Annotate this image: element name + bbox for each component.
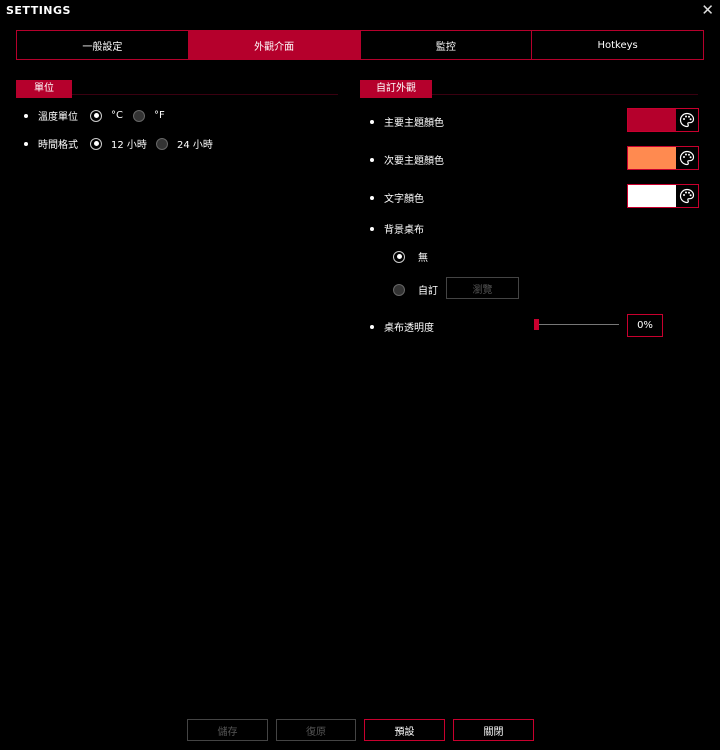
time-format-row: 時間格式 12 小時 24 小時	[24, 136, 213, 151]
bullet-icon	[24, 113, 28, 118]
window-title: SETTINGS	[6, 4, 71, 17]
primary-color-picker[interactable]	[627, 108, 699, 132]
text-color-picker[interactable]	[627, 184, 699, 208]
bullet-icon	[370, 119, 374, 124]
tab-general[interactable]: 一般設定	[16, 30, 189, 60]
secondary-color-row: 次要主題顏色	[370, 152, 444, 167]
celsius-label: °C	[111, 110, 123, 121]
restore-button[interactable]: 復原	[276, 719, 356, 741]
settings-window: SETTINGS ✕ 一般設定 外觀介面 監控 Hotkeys 單位 溫度單位 …	[0, 0, 720, 750]
palette-icon[interactable]	[676, 185, 698, 207]
bullet-icon	[370, 324, 374, 329]
appearance-section-title: 自訂外觀	[360, 80, 432, 98]
palette-icon[interactable]	[676, 147, 698, 169]
bullet-icon	[370, 195, 374, 200]
tab-appearance[interactable]: 外觀介面	[187, 30, 361, 60]
wallpaper-none-label: 無	[418, 253, 428, 264]
tab-monitor[interactable]: 監控	[359, 30, 533, 60]
opacity-value[interactable]: 0%	[627, 314, 663, 337]
save-button[interactable]: 儲存	[187, 719, 268, 741]
primary-color-label: 主要主題顏色	[384, 118, 444, 129]
wallpaper-label: 背景桌布	[384, 225, 424, 236]
bullet-icon	[24, 141, 28, 146]
secondary-color-fill	[628, 147, 676, 169]
temperature-unit-row: 溫度單位 °C °F	[24, 108, 165, 123]
opacity-label: 桌布透明度	[384, 323, 434, 334]
wallpaper-none-radio[interactable]	[393, 250, 405, 263]
default-button[interactable]: 預設	[364, 719, 445, 741]
tab-hotkeys[interactable]: Hotkeys	[531, 30, 704, 60]
opacity-row: 桌布透明度	[370, 319, 434, 334]
time-12h-radio[interactable]	[90, 137, 102, 150]
fahrenheit-radio[interactable]	[133, 109, 145, 122]
secondary-color-picker[interactable]	[627, 146, 699, 170]
time-24h-radio[interactable]	[156, 137, 168, 150]
tab-bar: 一般設定 外觀介面 監控 Hotkeys	[16, 30, 704, 60]
celsius-radio[interactable]	[90, 109, 102, 122]
time-format-label: 時間格式	[38, 140, 78, 151]
wallpaper-row: 背景桌布	[370, 221, 424, 236]
temperature-unit-label: 溫度單位	[38, 112, 78, 123]
opacity-slider-thumb[interactable]	[534, 319, 539, 330]
bullet-icon	[370, 226, 374, 231]
opacity-slider-track[interactable]	[536, 324, 619, 325]
time-24h-label: 24 小時	[177, 140, 213, 151]
units-section-title: 單位	[16, 80, 72, 98]
close-button[interactable]: 關閉	[453, 719, 534, 741]
text-color-label: 文字顏色	[384, 194, 424, 205]
fahrenheit-label: °F	[154, 110, 165, 121]
palette-icon[interactable]	[676, 109, 698, 131]
wallpaper-none-row: 無	[393, 249, 428, 264]
time-12h-label: 12 小時	[111, 140, 147, 151]
text-color-row: 文字顏色	[370, 190, 424, 205]
text-color-fill	[628, 185, 676, 207]
wallpaper-custom-label: 自訂	[418, 286, 438, 297]
wallpaper-custom-radio[interactable]	[393, 283, 405, 296]
primary-color-row: 主要主題顏色	[370, 114, 444, 129]
browse-button[interactable]: 瀏覽	[446, 277, 519, 299]
appearance-section-header: 自訂外觀	[360, 76, 698, 98]
bullet-icon	[370, 157, 374, 162]
secondary-color-label: 次要主題顏色	[384, 156, 444, 167]
units-section-header: 單位	[16, 76, 338, 98]
wallpaper-custom-row: 自訂	[393, 282, 438, 297]
primary-color-fill	[628, 109, 676, 131]
close-icon[interactable]: ✕	[701, 1, 714, 19]
